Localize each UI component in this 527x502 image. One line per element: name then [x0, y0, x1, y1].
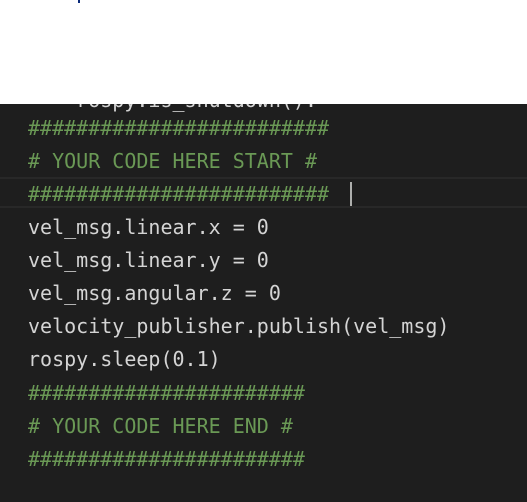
code-line-4[interactable]: vel_msg.linear.x = 0: [28, 211, 269, 244]
code-line-10[interactable]: # YOUR CODE HERE END #: [28, 410, 293, 443]
code-line-6[interactable]: vel_msg.angular.z = 0: [28, 277, 281, 310]
code-line-11[interactable]: #######################: [28, 443, 305, 476]
code-line-2[interactable]: # YOUR CODE HERE START #: [28, 145, 317, 178]
code-line-1[interactable]: #########################: [28, 112, 329, 145]
code-line-5[interactable]: vel_msg.linear.y = 0: [28, 244, 269, 277]
white-area-above-editor: [0, 0, 527, 104]
code-line-7[interactable]: velocity_publisher.publish(vel_msg): [28, 310, 449, 343]
text-cursor: [350, 182, 352, 206]
code-line-8[interactable]: rospy.sleep(0.1): [28, 343, 221, 376]
stray-dot: [78, 0, 80, 3]
code-line-3[interactable]: #########################: [28, 178, 329, 211]
code-editor[interactable]: rospy.is_shutdown(): ###################…: [0, 104, 527, 502]
code-line-9[interactable]: #######################: [28, 377, 305, 410]
